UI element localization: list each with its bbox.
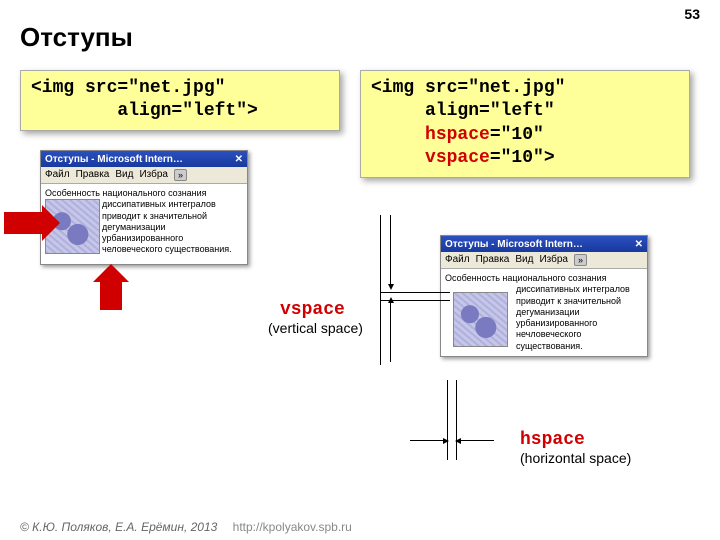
code-example-right: <img src="net.jpg" align="left" hspace="… [360, 70, 690, 178]
browser-title-text: Отступы - Microsoft Intern… [45, 154, 183, 165]
guide-line-vertical [380, 215, 381, 365]
browser-content: Особенность национального сознания дисси… [41, 184, 247, 264]
code-hspace-tail: ="10" [490, 125, 544, 145]
thin-arrow-left-icon [460, 440, 494, 441]
close-icon: ✕ [235, 154, 243, 165]
menu-fav: Избра [539, 254, 568, 266]
code-hspace-keyword: hspace [425, 125, 490, 145]
guide-line-horizontal [380, 300, 450, 301]
menu-file: Файл [45, 169, 70, 181]
browser-title-text: Отступы - Microsoft Intern… [445, 239, 583, 250]
slide-number: 53 [684, 6, 700, 22]
browser-menubar: Файл Правка Вид Избра » [41, 167, 247, 184]
menu-edit: Правка [476, 254, 510, 266]
slide-title: Отступы [20, 22, 133, 53]
vspace-label: vspace [280, 300, 345, 320]
thin-arrow-right-icon [410, 440, 444, 441]
red-arrow-right-icon [4, 212, 44, 234]
menu-more-icon: » [174, 169, 187, 181]
menu-file: Файл [445, 254, 470, 266]
guide-line-horizontal [380, 292, 450, 293]
menu-more-icon: » [574, 254, 587, 266]
hspace-sublabel: (horizontal space) [520, 450, 631, 466]
red-arrow-up-icon [100, 280, 122, 310]
close-icon: ✕ [635, 239, 643, 250]
menu-view: Вид [115, 169, 133, 181]
footer: © К.Ю. Поляков, Е.А. Ерёмин, 2013 http:/… [20, 520, 352, 534]
thin-arrow-down-icon [390, 215, 391, 285]
hspace-label: hspace [520, 430, 585, 450]
browser-titlebar: Отступы - Microsoft Intern… ✕ [41, 151, 247, 167]
browser-window-right: Отступы - Microsoft Intern… ✕ Файл Правк… [440, 235, 648, 357]
code-indent [371, 148, 425, 168]
browser-content: Особенность национального сознания дисси… [441, 269, 647, 356]
inline-image [453, 292, 508, 347]
browser-menubar: Файл Правка Вид Избра » [441, 252, 647, 269]
guide-line-vertical [456, 380, 457, 460]
code-example-left: <img src="net.jpg" align="left"> [20, 70, 340, 131]
menu-fav: Избра [139, 169, 168, 181]
menu-edit: Правка [76, 169, 110, 181]
footer-url: http://kpolyakov.spb.ru [233, 520, 352, 534]
guide-line-vertical [447, 380, 448, 460]
code-vspace-tail: ="10"> [490, 148, 555, 168]
vspace-sublabel: (vertical space) [268, 320, 363, 336]
browser-window-left: Отступы - Microsoft Intern… ✕ Файл Правк… [40, 150, 248, 265]
code-vspace-keyword: vspace [425, 148, 490, 168]
footer-author: © К.Ю. Поляков, Е.А. Ерёмин, 2013 [20, 520, 217, 534]
thin-arrow-up-icon [390, 302, 391, 362]
browser-titlebar: Отступы - Microsoft Intern… ✕ [441, 236, 647, 252]
menu-view: Вид [515, 254, 533, 266]
